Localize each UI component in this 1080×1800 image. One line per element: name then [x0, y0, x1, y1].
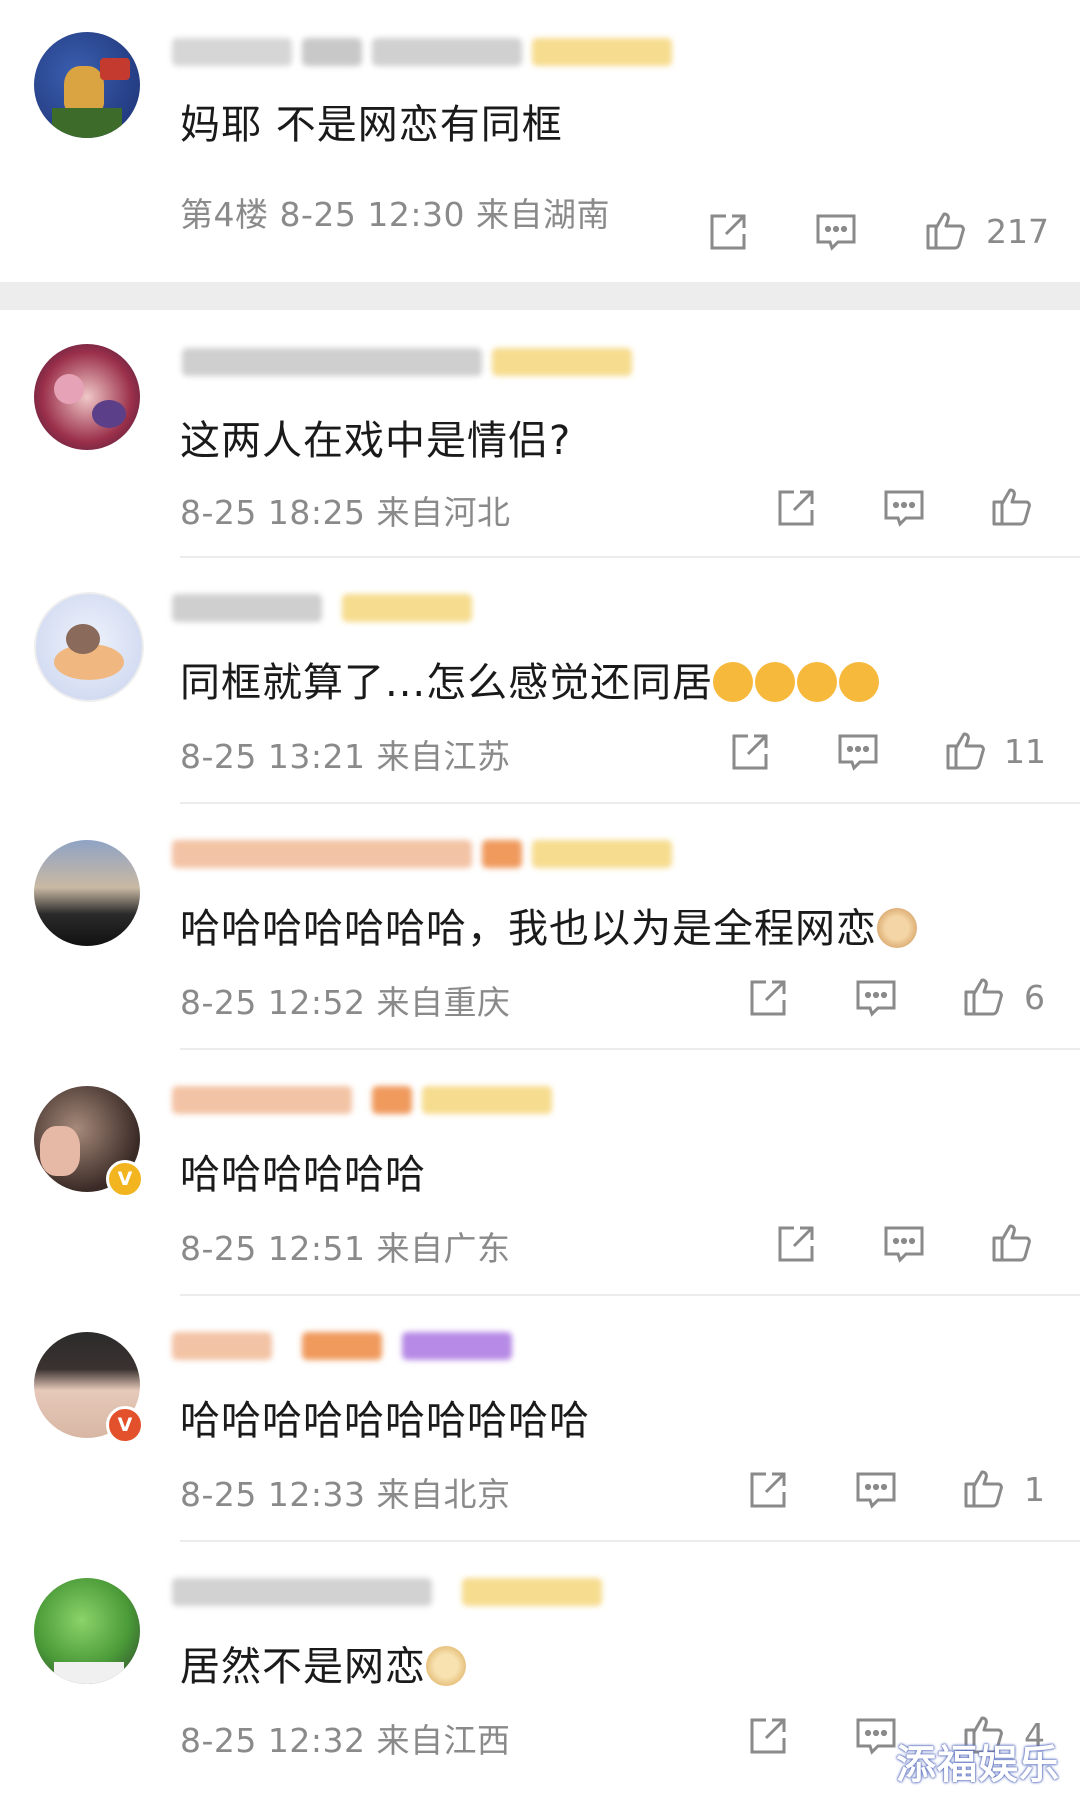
like-icon[interactable] [944, 728, 988, 772]
comment-icon[interactable] [882, 486, 926, 530]
comment-icon[interactable] [854, 1468, 898, 1512]
username-blurred[interactable] [172, 1326, 532, 1366]
comment-meta: 8-25 18:25 来自河北 [180, 493, 511, 532]
comment-icon[interactable] [814, 210, 858, 254]
comment-text-content: 同框就算了...怎么感觉还同居 [180, 660, 714, 706]
comment-icon[interactable] [836, 730, 880, 774]
comment-meta: 8-25 12:32 来自江西 [180, 1721, 511, 1760]
comment-text-content: 哈哈哈哈哈哈哈，我也以为是全程网恋 [180, 906, 877, 952]
comment-text: 妈耶 不是网恋有同框 [180, 102, 563, 148]
covering-eyes-emoji [713, 660, 881, 706]
like-icon[interactable] [962, 974, 1006, 1018]
share-icon[interactable] [746, 1468, 790, 1512]
verified-badge: V [106, 1406, 144, 1444]
username-blurred[interactable] [172, 32, 692, 72]
comment-icon[interactable] [882, 1222, 926, 1266]
doge-emoji [426, 1646, 466, 1686]
like-count: 6 [1024, 978, 1045, 1017]
avatar[interactable] [34, 1578, 140, 1684]
share-icon[interactable] [706, 210, 750, 254]
comment-text: 这两人在戏中是情侣? [180, 418, 572, 464]
comment-meta: 8-25 13:21 来自江苏 [180, 737, 511, 776]
comment-item: V 哈哈哈哈哈哈 8-25 12:51 来自广东 [0, 1050, 1080, 1296]
like-icon[interactable] [962, 1466, 1006, 1510]
like-icon[interactable] [924, 208, 968, 252]
share-icon[interactable] [746, 1714, 790, 1758]
share-icon[interactable] [746, 976, 790, 1020]
avatar[interactable] [34, 32, 140, 138]
avatar[interactable] [34, 344, 140, 450]
username-blurred[interactable] [172, 588, 472, 628]
like-count: 11 [1004, 732, 1046, 771]
share-icon[interactable] [774, 486, 818, 530]
comment-item: 哈哈哈哈哈哈哈，我也以为是全程网恋 8-25 12:52 来自重庆 6 [0, 804, 1080, 1050]
like-icon[interactable] [990, 484, 1034, 528]
avatar[interactable] [34, 592, 144, 702]
username-blurred[interactable] [172, 342, 632, 382]
comment-text: 同框就算了...怎么感觉还同居 [180, 650, 881, 708]
share-icon[interactable] [774, 1222, 818, 1266]
comment-meta: 8-25 12:33 来自北京 [180, 1475, 511, 1514]
comment-text: 哈哈哈哈哈哈 [180, 1152, 426, 1198]
like-icon[interactable] [990, 1220, 1034, 1264]
comment-text-content: 居然不是网恋 [180, 1644, 426, 1690]
comment-text: 哈哈哈哈哈哈哈哈哈哈 [180, 1398, 590, 1444]
username-blurred[interactable] [172, 834, 672, 874]
username-blurred[interactable] [172, 1572, 612, 1612]
watermark: 添福娱乐 [896, 1742, 1060, 1788]
comment-item: 同框就算了...怎么感觉还同居 8-25 13:21 来自江苏 11 [0, 558, 1080, 804]
cat-emoji [877, 908, 917, 948]
comment-icon[interactable] [854, 1714, 898, 1758]
share-icon[interactable] [728, 730, 772, 774]
comment-item: 妈耶 不是网恋有同框 第4楼 8-25 12:30 来自湖南 217 [0, 0, 1080, 280]
comment-text: 居然不是网恋 [180, 1634, 468, 1692]
like-count: 217 [986, 212, 1049, 251]
username-blurred[interactable] [172, 1080, 572, 1120]
comment-text: 哈哈哈哈哈哈哈，我也以为是全程网恋 [180, 896, 919, 954]
comment-meta: 8-25 12:51 来自广东 [180, 1229, 511, 1268]
comment-icon[interactable] [854, 976, 898, 1020]
comment-meta: 第4楼 8-25 12:30 来自湖南 [180, 195, 610, 234]
comment-meta: 8-25 12:52 来自重庆 [180, 983, 511, 1022]
section-separator [0, 282, 1080, 310]
like-count: 1 [1024, 1470, 1045, 1509]
verified-badge: V [106, 1160, 144, 1198]
comment-item: V 哈哈哈哈哈哈哈哈哈哈 8-25 12:33 来自北京 1 [0, 1296, 1080, 1542]
comment-item: 这两人在戏中是情侣? 8-25 18:25 来自河北 [0, 310, 1080, 560]
avatar[interactable] [34, 840, 140, 946]
